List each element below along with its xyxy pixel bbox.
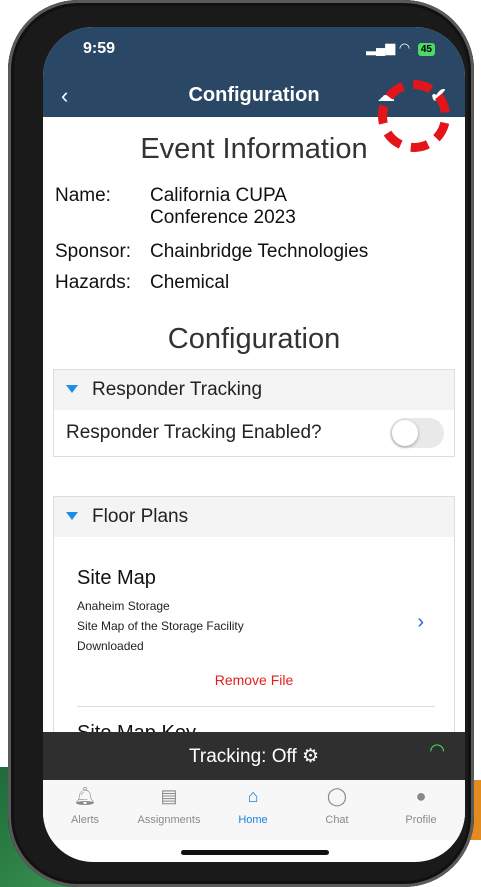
tab-label: Assignments: [137, 814, 201, 826]
tab-assignments[interactable]: ▤ Assignments: [127, 786, 211, 826]
configuration-content[interactable]: Event Information Name: California CUPA Co…: [43, 117, 465, 732]
signal-icon: ▂▄▆: [366, 40, 396, 55]
configuration-heading: Configuration: [167, 323, 341, 355]
tab-label: Alerts: [70, 814, 100, 826]
tab-profile[interactable]: ● Profile: [379, 786, 463, 826]
section-label: Responder Tracking: [92, 379, 263, 400]
section-floor-plans[interactable]: Floor Plans: [53, 496, 455, 538]
tab-chat[interactable]: ◯ Chat: [295, 786, 379, 826]
chat-bubble-icon: ◯: [326, 786, 348, 806]
status-bar: 9:59 ▂▄▆ ◠ 45: [43, 27, 465, 75]
tab-label: Profile: [405, 814, 437, 826]
tab-label: Home: [238, 814, 268, 826]
name-value: California CUPA Conference 2023: [150, 185, 296, 229]
event-name-row: Name: California CUPA Conference 2023: [55, 185, 296, 229]
event-sponsor-row: Sponsor: Chainbridge Technologies: [55, 241, 368, 263]
name-value-line1: California CUPA: [150, 185, 287, 206]
highlight-circle-annotation: [378, 80, 450, 152]
responder-tracking-toggle[interactable]: [390, 418, 444, 448]
responder-tracking-label: Responder Tracking Enabled?: [66, 422, 322, 443]
wifi-icon: ◠: [429, 740, 445, 760]
status-icons: ▂▄▆ ◠ 45: [366, 40, 435, 56]
file-title: Site Map Key: [77, 722, 196, 732]
event-hazards-row: Hazards: Chemical: [55, 272, 229, 294]
name-label: Name:: [55, 185, 111, 206]
tab-alerts[interactable]: 🔔︎ Alerts: [43, 786, 127, 826]
section-responder-tracking[interactable]: Responder Tracking: [53, 369, 455, 411]
bell-icon: 🔔︎: [73, 786, 97, 806]
responder-tracking-row: Responder Tracking Enabled?: [53, 410, 455, 457]
tracking-status[interactable]: Tracking: Off ⚙: [43, 745, 465, 768]
tab-home[interactable]: ⌂ Home: [211, 786, 295, 826]
gear-icon[interactable]: ⚙: [302, 746, 319, 767]
section-label: Floor Plans: [92, 506, 189, 527]
chevron-right-icon[interactable]: ›: [417, 611, 424, 634]
tracking-label: Tracking: Off: [188, 746, 297, 767]
name-value-line2: Conference 2023: [150, 207, 296, 228]
sponsor-value: Chainbridge Technologies: [150, 241, 369, 262]
tracking-bar: Tracking: Off ⚙ ◠: [43, 732, 465, 780]
file-title: Site Map: [77, 567, 156, 589]
phone-screen: 9:59 ▂▄▆ ◠ 45 ‹ Configuration ☁ ✔ Event …: [43, 27, 465, 862]
documents-icon: ▤: [160, 786, 178, 806]
wifi-status-icon: ◠: [398, 40, 411, 55]
file-description: Site Map of the Storage Facility: [77, 619, 244, 633]
remove-file-button[interactable]: Remove File: [54, 672, 454, 688]
file-status: Downloaded: [77, 639, 144, 653]
divider: [77, 706, 435, 707]
triangle-down-icon: [66, 512, 78, 520]
triangle-down-icon: [66, 385, 78, 393]
toggle-knob: [392, 420, 418, 446]
hazards-value: Chemical: [150, 272, 230, 293]
battery-icon: 45: [417, 43, 435, 56]
floor-plans-list: Site Map Anaheim Storage Site Map of the…: [53, 537, 455, 732]
file-location: Anaheim Storage: [77, 599, 170, 613]
hazards-label: Hazards:: [55, 272, 132, 293]
person-icon: ●: [415, 786, 427, 806]
home-icon: ⌂: [247, 786, 259, 806]
tab-bar: 🔔︎ Alerts ▤ Assignments ⌂ Home ◯ Chat ● …: [43, 780, 465, 840]
sponsor-label: Sponsor:: [55, 241, 132, 262]
home-indicator[interactable]: [181, 850, 329, 855]
tab-label: Chat: [325, 814, 349, 826]
status-time: 9:59: [83, 40, 116, 57]
